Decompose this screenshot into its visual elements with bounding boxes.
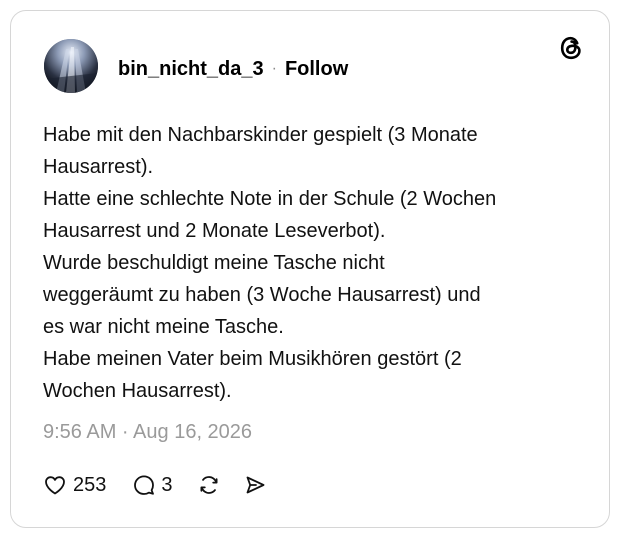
comment-icon xyxy=(134,475,155,495)
post-timestamp[interactable]: 9:56 AM · Aug 16, 2026 xyxy=(43,421,252,444)
like-button[interactable]: 253 xyxy=(43,473,106,497)
repost-button[interactable] xyxy=(197,473,221,497)
follow-button[interactable]: Follow xyxy=(285,58,348,81)
post-body: Habe mit den Nachbarskinder gespielt (3 … xyxy=(43,119,583,407)
post-text-line: Habe mit den Nachbarskinder gespielt (3 … xyxy=(43,124,478,146)
post-text-line: Wurde beschuldigt meine Tasche nicht xyxy=(43,252,385,274)
send-icon xyxy=(246,476,264,494)
post-header: bin_nicht_da_3 · Follow xyxy=(118,56,348,82)
post-text-line: weggeräumt zu haben (3 Woche Hausarrest)… xyxy=(43,284,481,306)
repost-icon xyxy=(200,476,217,494)
post-card: bin_nicht_da_3 · Follow Habe mit den Nac… xyxy=(10,10,610,528)
post-text-line: Wochen Hausarrest). xyxy=(43,380,232,402)
share-button[interactable] xyxy=(243,473,267,497)
like-count: 253 xyxy=(73,473,107,496)
username[interactable]: bin_nicht_da_3 xyxy=(118,58,264,81)
avatar-image xyxy=(44,39,98,93)
heart-icon xyxy=(45,476,65,495)
threads-logo-icon[interactable] xyxy=(557,34,585,62)
action-bar: 253 3 xyxy=(43,471,267,499)
post-text-line: Hausarrest und 2 Monate Leseverbot). xyxy=(43,220,386,242)
reply-count: 3 xyxy=(161,473,173,496)
post-text-line: Hatte eine schlechte Note in der Schule … xyxy=(43,188,497,210)
header-separator: · xyxy=(271,60,277,77)
post-text-line: Hausarrest). xyxy=(43,156,154,178)
post-text-line: Habe meinen Vater beim Musikhören gestör… xyxy=(43,348,462,370)
post-text-line: es war nicht meine Tasche. xyxy=(43,316,284,338)
reply-button[interactable]: 3 xyxy=(132,473,173,497)
avatar[interactable] xyxy=(44,39,98,93)
